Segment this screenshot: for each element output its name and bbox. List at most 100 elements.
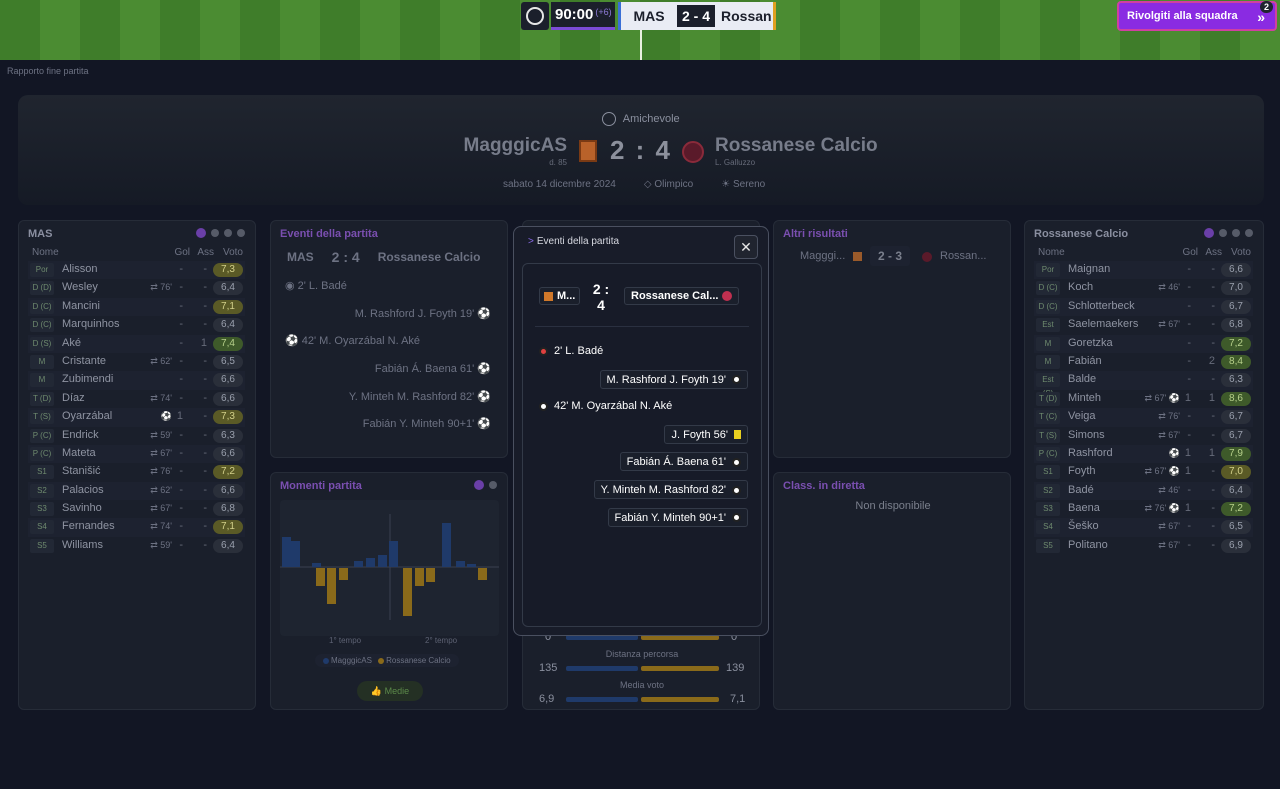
player-assists: - [1211,299,1215,312]
player-position: S1 [30,465,54,480]
close-button[interactable]: ✕ [734,235,758,259]
player-events: ⇄ 62' [150,484,172,495]
player-position: Est (D) [1036,318,1060,343]
player-position: S4 [30,520,54,535]
player-goals: - [179,281,183,294]
player-position: S4 [1036,520,1060,535]
player-row[interactable]: S3 Baena ⇄ 76' ⚽ 1 -7,2 [1034,500,1253,518]
player-assists: - [203,373,207,386]
match-header: Amichevole MagggicAS d. 85 2 : 4 Rossane… [18,95,1264,205]
player-goals: 1 [1184,446,1191,459]
player-rating: 7,3 [213,410,243,425]
player-row[interactable]: T (D) Díaz ⇄ 74' - -6,6 [28,390,245,408]
player-row[interactable]: D (C) Schlotterbeck - -6,7 [1034,297,1253,317]
player-name: Savinho [62,502,102,515]
away-team-name[interactable]: Rossanese Calcio [715,135,878,157]
modal-content: M... 2 : 4 Rossanese Cal... 2' L. Badé M.… [522,263,762,627]
modal-event-item[interactable]: Y. Minteh M. Rashford 82' [593,480,748,499]
player-row[interactable]: M Cristante ⇄ 62' - -6,5 [28,353,245,371]
events-panel: Eventi della partita MAS 2 : 4 Rossanese… [270,220,508,458]
modal-event-item[interactable]: Fabián Y. Minteh 90+1' [607,507,748,527]
modal-event-item[interactable]: M. Rashford J. Foyth 19' [599,369,748,389]
player-row[interactable]: S1 Stanišić ⇄ 76' - -7,2 [28,463,245,481]
player-row[interactable]: M Goretzka - -7,2 [1034,334,1253,353]
event-item: ⚽ 42' M. Oyarzábal N. Aké [285,335,421,347]
player-row[interactable]: D (D) Wesley ⇄ 76' - -6,4 [28,279,245,297]
other-results-title: Altri risultati [783,228,848,240]
away-manager: L. Galluzzo [715,158,756,167]
modal-event-text: 2' L. Badé [554,345,604,357]
player-row[interactable]: S4 Šeško ⇄ 67' - -6,5 [1034,518,1253,537]
player-name: Maignan [1068,263,1111,275]
goal-icon [732,457,741,467]
player-row[interactable]: S5 Politano ⇄ 67' - -6,9 [1034,537,1253,555]
player-row[interactable]: S1 Foyth ⇄ 67' ⚽ 1 -7,0 [1034,463,1253,481]
modal-away-team[interactable]: Rossanese Cal... [624,287,740,305]
player-row[interactable]: S5 Williams ⇄ 59' - -6,4 [28,537,245,555]
player-row[interactable]: Por Alisson - -7,3 [28,261,245,280]
competition-label: Amichevole [622,112,680,125]
player-goals: - [179,336,183,349]
player-row[interactable]: Est (S)Balde--6,3 [1034,371,1253,398]
player-rating: 6,9 [1221,538,1251,553]
team-talk-button[interactable]: Rivolgiti alla squadra » 2 [1117,1,1277,31]
modal-event-item[interactable]: 42' M. Oyarzábal N. Aké [539,397,672,416]
player-row[interactable]: Est (D)Saelemaekers⇄ 67'--6,8 [1034,316,1253,343]
player-rating: 6,4 [213,318,243,333]
player-row[interactable]: M Zubimendi - -6,6 [28,371,245,390]
player-row[interactable]: D (C) Marquinhos - -6,4 [28,316,245,334]
player-goals: - [179,391,183,404]
player-row[interactable]: P (C) Endrick ⇄ 59' - -6,3 [28,427,245,445]
player-position: D (D) [30,281,54,296]
player-rating: 6,6 [213,391,243,406]
player-row[interactable]: D (C) Koch ⇄ 46' - -7,0 [1034,279,1253,297]
modal-home-team[interactable]: M... [539,287,581,305]
player-row[interactable]: Por Maignan - -6,6 [1034,261,1253,280]
player-row[interactable]: T (C) Veiga ⇄ 76' - -6,7 [1034,408,1253,427]
player-row[interactable]: T (S) Simons ⇄ 67' - -6,7 [1034,427,1253,445]
player-events: ⇄ 46' [1158,484,1180,495]
player-row[interactable]: T (D) Minteh ⇄ 67' ⚽ 1 1 8,6 [1034,390,1253,408]
player-rating: 7,4 [213,336,243,351]
player-rating: 6,4 [213,538,243,553]
player-goals: - [1187,318,1191,331]
player-goals: - [1187,373,1191,386]
player-name: Minteh [1068,391,1102,404]
away-page-dots[interactable] [1204,228,1253,238]
player-position: S5 [30,538,54,553]
player-row[interactable]: S2 Badé ⇄ 46' - -6,4 [1034,481,1253,501]
player-row[interactable]: S4 Fernandes ⇄ 74' - -7,1 [28,518,245,537]
other-result-away[interactable]: Rossan... [940,250,986,262]
player-rating: 7,2 [1221,502,1251,517]
page-dots[interactable] [196,228,245,238]
player-row[interactable]: M Fabián - 2 8,4 [1034,353,1253,371]
col-ass: Ass [1205,247,1222,258]
medie-button[interactable]: 👍 Medie [357,681,423,701]
player-row[interactable]: P (C) Mateta ⇄ 67' - -6,6 [28,444,245,464]
weather: ☀ Sereno [721,179,765,190]
player-assists: - [203,428,207,441]
player-name: Fernandes [62,520,115,533]
modal-event-item[interactable]: Fabián Á. Baena 61' [619,452,748,472]
player-row[interactable]: P (C) Rashford ⚽ 1 1 7,9 [1034,444,1253,464]
modal-home-label: M... [557,290,576,302]
momenti-page-dots[interactable] [474,480,497,490]
player-row[interactable]: S3 Savinho ⇄ 67' - -6,8 [28,500,245,518]
modal-event-text: Fabián Á. Baena 61' [626,456,726,469]
away-lineup-panel: Rossanese Calcio Nome Gol Ass Voto Por Ma… [1024,220,1264,710]
player-events: ⇄ 67' [1158,539,1180,550]
player-row[interactable]: D (C) Mancini - -7,1 [28,297,245,317]
player-position: M [1036,354,1060,369]
player-goals: - [179,538,183,551]
player-row[interactable]: S2 Palacios ⇄ 62' - -6,6 [28,481,245,501]
modal-event-item[interactable]: 2' L. Badé [539,342,603,361]
other-result-home[interactable]: Magggi... [800,250,845,262]
player-name: Cristante [62,354,107,367]
momenti-bar-away [403,568,412,616]
avg-rating-label: Media voto [619,680,665,690]
own-goal-icon [539,346,548,356]
away-lineup-header: Nome Gol Ass Voto [1034,247,1253,259]
player-row[interactable]: T (S) Oyarzábal ⚽ 1 -7,3 [28,408,245,427]
player-row[interactable]: D (S) Aké - 1 7,4 [28,334,245,353]
modal-event-item[interactable]: J. Foyth 56' [664,424,748,444]
